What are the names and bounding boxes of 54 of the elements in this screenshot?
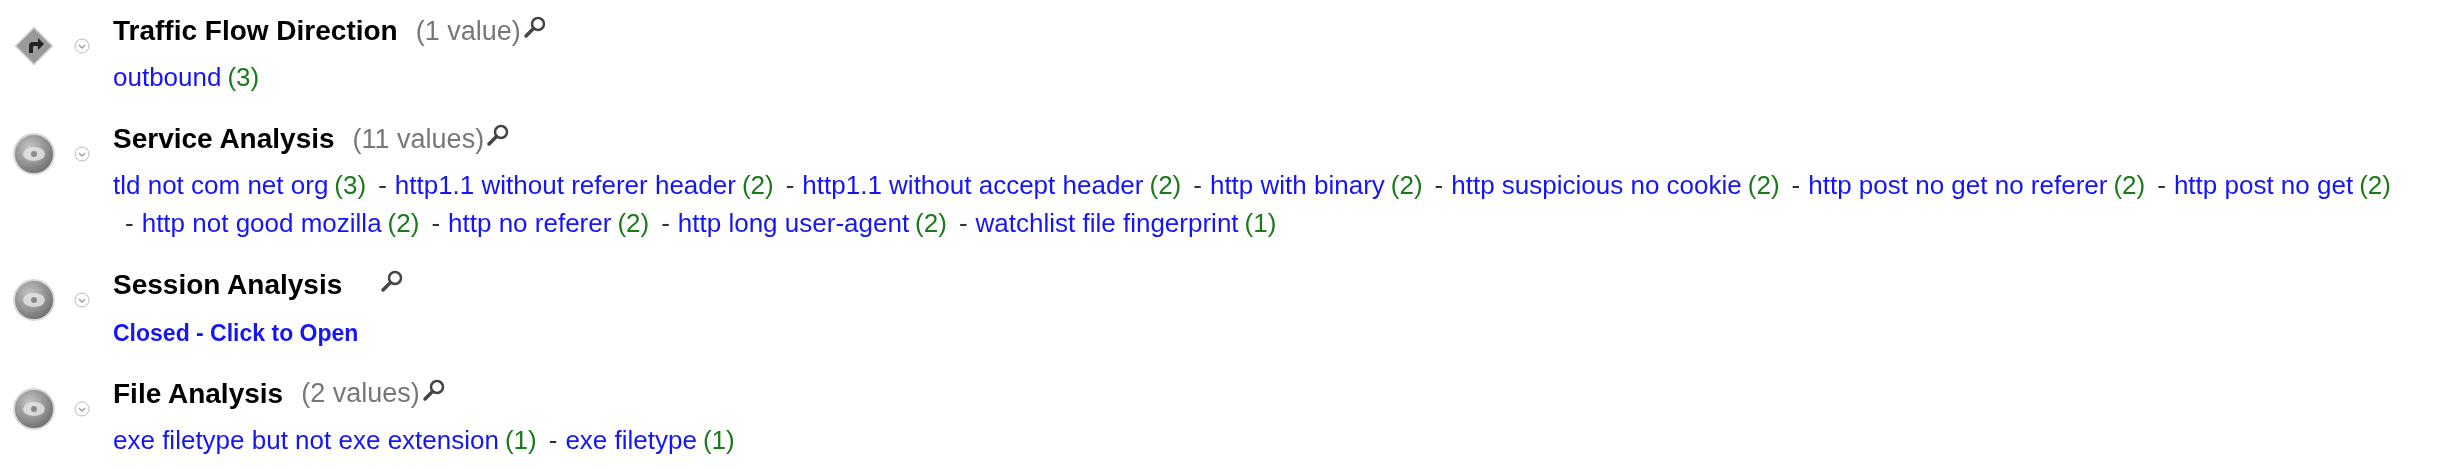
section-title: Service Analysis: [113, 122, 335, 156]
separator: -: [378, 169, 387, 202]
value-count: (2): [1149, 169, 1182, 202]
value-link[interactable]: exe filetype: [565, 420, 697, 459]
separator: -: [1791, 169, 1801, 202]
separator: -: [958, 207, 968, 240]
value-count: (1 value): [415, 14, 521, 48]
value-link[interactable]: http post no get: [2173, 166, 2354, 204]
separator: -: [661, 207, 670, 240]
value-count: (1): [1244, 207, 1277, 240]
search-icon[interactable]: [486, 123, 511, 147]
separator: -: [548, 423, 558, 457]
value-count: (3): [227, 61, 260, 94]
value-count: (2): [1747, 169, 1780, 202]
expand-chevron-icon[interactable]: [74, 146, 90, 162]
value-count: (2 values): [301, 377, 420, 411]
value-count: (2): [741, 169, 774, 202]
value-count: (1): [702, 423, 735, 457]
value-link[interactable]: http no referer: [448, 204, 612, 242]
value-count: (2): [617, 207, 650, 240]
value-link[interactable]: http post no get no referer: [1808, 166, 2108, 204]
value-link[interactable]: outbound: [113, 58, 222, 96]
separator: -: [785, 169, 795, 202]
value-link[interactable]: http1.1 without accept header: [802, 166, 1144, 204]
expand-chevron-icon[interactable]: [74, 38, 90, 54]
value-link[interactable]: watchlist file fingerprint: [975, 204, 1239, 242]
value-count: (3): [334, 169, 367, 202]
separator: -: [1434, 169, 1444, 202]
section-title: Session Analysis: [113, 268, 343, 302]
value-link[interactable]: http1.1 without referer header: [394, 166, 736, 204]
value-link[interactable]: http long user-agent: [677, 204, 910, 242]
search-icon[interactable]: [421, 377, 446, 402]
value-count: (2): [915, 207, 947, 240]
expand-chevron-icon[interactable]: [74, 292, 90, 308]
value-link[interactable]: tld not com net org: [113, 166, 329, 204]
separator: -: [1193, 169, 1202, 202]
open-section-link[interactable]: Closed - Click to Open: [113, 316, 405, 351]
value-link[interactable]: http suspicious no cookie: [1451, 166, 1742, 204]
value-count: (11 values): [352, 122, 485, 156]
section-title: File Analysis: [113, 376, 284, 411]
separator: -: [431, 207, 441, 240]
search-icon[interactable]: [380, 269, 405, 293]
search-icon[interactable]: [522, 15, 547, 39]
value-link[interactable]: exe filetype but not exe extension: [113, 420, 499, 459]
section-title: Traffic Flow Direction: [113, 14, 398, 48]
separator: -: [2157, 169, 2166, 202]
value-link[interactable]: http with binary: [1209, 166, 1385, 204]
value-count: (2): [2113, 169, 2146, 202]
value-count: (2): [2359, 169, 2391, 202]
value-link[interactable]: http not good mozilla: [141, 204, 382, 242]
separator: -: [125, 207, 134, 240]
value-count: (1): [504, 423, 537, 457]
value-count: (2): [1390, 169, 1423, 202]
value-count: (2): [387, 207, 420, 240]
